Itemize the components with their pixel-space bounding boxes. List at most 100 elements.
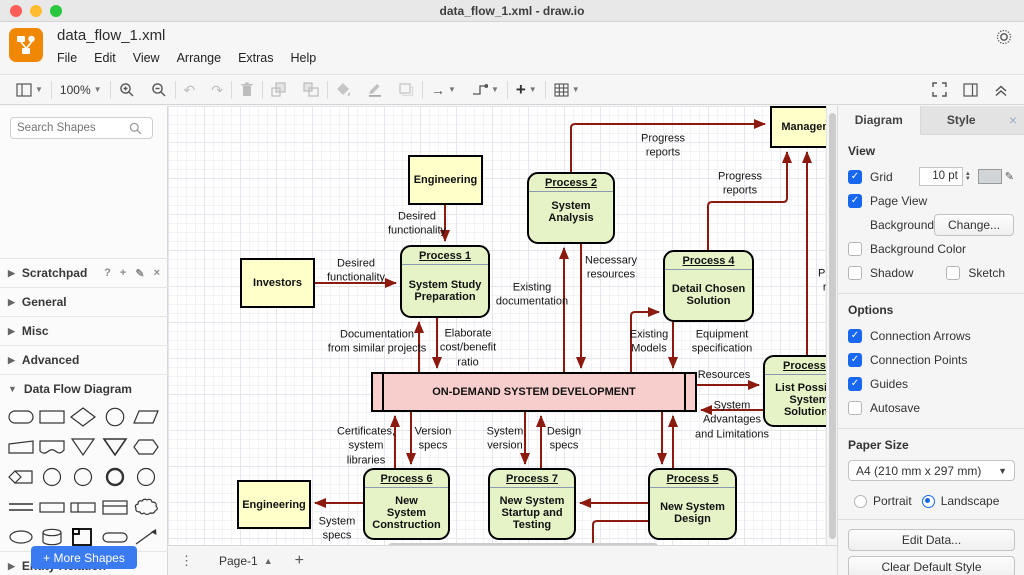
search-shapes-box[interactable] (10, 117, 153, 139)
to-front-icon[interactable] (263, 79, 295, 101)
waypoint-style-dropdown[interactable]: ▼ (464, 79, 507, 101)
format-panel-toggle-icon[interactable] (955, 79, 986, 101)
connection-style-dropdown[interactable]: → ▼ (423, 79, 464, 101)
diagram-canvas[interactable]: Engineering Investors Management Enginee… (168, 106, 837, 546)
shape-ellipse[interactable] (6, 526, 36, 548)
add-page-button[interactable]: + (295, 552, 304, 570)
tab-diagram[interactable]: Diagram (838, 106, 921, 135)
delete-icon[interactable] (232, 79, 262, 101)
shape-circle-outline[interactable] (131, 466, 161, 488)
stepper-arrows-icon[interactable]: ▲ ▼ (965, 171, 971, 182)
more-shapes-button[interactable]: + More Shapes (31, 546, 137, 569)
collapse-toolbar-icon[interactable] (986, 79, 1016, 101)
menu-arrange[interactable]: Arrange (177, 51, 221, 65)
background-change-button[interactable]: Change... (934, 213, 1014, 236)
zoom-level-dropdown[interactable]: 100% ▼ (52, 79, 110, 101)
sketch-checkbox[interactable] (946, 265, 961, 280)
portrait-radio[interactable]: Portrait (854, 494, 912, 508)
background-color-checkbox[interactable] (848, 241, 862, 256)
shape-panel-toggle-button[interactable]: ▼ (8, 79, 51, 101)
fullscreen-icon[interactable] (924, 79, 955, 101)
menu-view[interactable]: View (133, 51, 160, 65)
scratchpad-add-icon[interactable]: + (120, 267, 126, 280)
shape-internal-storage[interactable] (68, 526, 98, 548)
connection-points-checkbox[interactable]: ✓ (848, 352, 862, 367)
shape-divided-rectangle[interactable] (68, 496, 98, 518)
shape-circle-small[interactable] (37, 466, 67, 488)
node-process1[interactable]: Process 1 System Study Preparation (400, 245, 490, 318)
scratchpad-edit-icon[interactable]: ✎ (135, 267, 144, 280)
grid-size-value[interactable]: 10 pt (918, 167, 963, 186)
shape-circle-thick[interactable] (100, 466, 130, 488)
node-on-demand-system-development[interactable]: ON-DEMAND SYSTEM DEVELOPMENT (371, 372, 697, 412)
shape-data-store[interactable] (37, 496, 67, 518)
node-engineering-bottom[interactable]: Engineering (237, 480, 311, 529)
node-process6[interactable]: Process 6 New System Construction (363, 468, 450, 540)
grid-color-swatch[interactable] (977, 169, 1002, 184)
theme-icon[interactable] (994, 27, 1014, 47)
node-process7[interactable]: Process 7 New System Startup and Testing (488, 468, 576, 540)
shape-hexagon[interactable] (131, 436, 161, 458)
line-color-icon[interactable] (359, 79, 391, 101)
node-process2[interactable]: Process 2 System Analysis (527, 172, 615, 244)
clear-default-style-button[interactable]: Clear Default Style (848, 556, 1015, 575)
menu-extras[interactable]: Extras (238, 51, 273, 65)
node-engineering-top[interactable]: Engineering (408, 155, 483, 205)
shape-terminator[interactable] (100, 526, 130, 548)
node-process4[interactable]: Process 4 Detail Chosen Solution (663, 250, 754, 322)
shape-display[interactable] (6, 466, 36, 488)
fill-color-icon[interactable] (328, 79, 359, 101)
vertical-scrollbar[interactable] (829, 113, 836, 539)
grid-color-button[interactable]: ✎ (977, 169, 1014, 184)
undo-icon[interactable]: ↶ (176, 79, 204, 101)
shape-merge[interactable] (100, 436, 130, 458)
redo-icon[interactable]: ↷ (203, 79, 231, 101)
node-investors[interactable]: Investors (240, 258, 315, 308)
shadow-icon[interactable] (391, 79, 422, 101)
page-view-checkbox[interactable]: ✓ (848, 193, 862, 208)
shape-diamond[interactable] (68, 406, 98, 428)
sidebar-section-advanced[interactable]: ▶ Advanced (0, 345, 168, 374)
menu-help[interactable]: Help (291, 51, 317, 65)
shadow-checkbox[interactable] (848, 265, 862, 280)
shape-database-cylinder[interactable] (37, 526, 67, 548)
menu-edit[interactable]: Edit (94, 51, 116, 65)
insert-dropdown[interactable]: + ▼ (508, 79, 545, 101)
close-panel-icon[interactable]: × (1002, 106, 1024, 134)
scratchpad-help-icon[interactable]: ? (104, 267, 111, 280)
shape-rounded-rectangle[interactable] (6, 406, 36, 428)
search-input[interactable] (17, 122, 129, 134)
table-dropdown[interactable]: ▼ (546, 79, 588, 101)
page-tab[interactable]: Page-1 ▲ (211, 546, 281, 575)
guides-checkbox[interactable]: ✓ (848, 376, 862, 391)
landscape-radio[interactable]: Landscape (921, 494, 999, 508)
shape-circle-plain[interactable] (68, 466, 98, 488)
autosave-checkbox[interactable] (848, 400, 862, 415)
grid-size-stepper[interactable]: 10 pt ▲ ▼ (918, 167, 971, 186)
shape-triangle-down[interactable] (68, 436, 98, 458)
zoom-out-icon[interactable] (143, 79, 175, 101)
pages-menu-icon[interactable]: ⋮ (180, 553, 193, 569)
shape-directional-arrow[interactable] (131, 526, 161, 548)
grid-checkbox[interactable]: ✓ (848, 169, 862, 184)
menu-file[interactable]: File (57, 51, 77, 65)
sidebar-section-misc[interactable]: ▶ Misc (0, 316, 168, 345)
shape-document[interactable] (37, 436, 67, 458)
scratchpad-close-icon[interactable]: × (154, 267, 160, 280)
shape-manual-operation[interactable] (6, 436, 36, 458)
shape-cloud[interactable] (131, 496, 161, 518)
shape-parallel-lines[interactable] (6, 496, 36, 518)
shape-circle[interactable] (100, 406, 130, 428)
node-process5[interactable]: Process 5 New System Design (648, 468, 737, 540)
to-back-icon[interactable] (295, 79, 327, 101)
edit-data-button[interactable]: Edit Data... (848, 529, 1015, 551)
sidebar-section-scratchpad[interactable]: ▶ Scratchpad ? + ✎ × (0, 258, 168, 287)
shape-framed-rectangle[interactable] (100, 496, 130, 518)
sidebar-section-data-flow-diagram[interactable]: ▼ Data Flow Diagram (0, 374, 168, 403)
shape-rectangle[interactable] (37, 406, 67, 428)
paper-size-select[interactable]: A4 (210 mm x 297 mm) ▼ (848, 460, 1015, 481)
shape-parallelogram[interactable] (131, 406, 161, 428)
sidebar-section-general[interactable]: ▶ General (0, 287, 168, 316)
connection-arrows-checkbox[interactable]: ✓ (848, 328, 862, 343)
tab-style[interactable]: Style (921, 106, 1003, 134)
